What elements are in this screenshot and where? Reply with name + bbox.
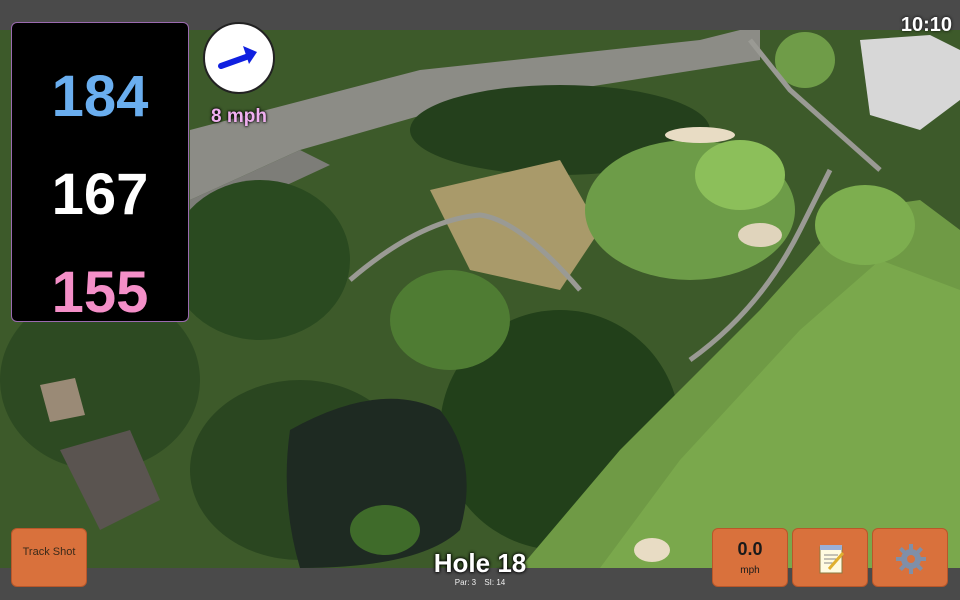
track-shot-button[interactable]: Track Shot <box>11 528 87 587</box>
wind-value: 0.0 <box>737 539 763 559</box>
clock: 10:10 <box>900 14 952 36</box>
middle-distance: 167 <box>51 162 149 227</box>
wind-adjust-button[interactable]: 0.0 mph <box>712 528 788 587</box>
back-distance: 184 <box>51 64 149 129</box>
distance-panel: 184 167 155 <box>11 22 189 325</box>
wind-unit: mph <box>740 565 760 576</box>
notepad-icon <box>819 545 845 574</box>
gear-icon <box>896 544 926 574</box>
hole-stroke-index: SI: 14 <box>484 578 506 587</box>
settings-button[interactable] <box>872 528 948 587</box>
wind-arrow-icon <box>218 46 257 69</box>
hole-title: Hole 18 <box>433 548 527 578</box>
notes-button[interactable] <box>792 528 868 587</box>
wind-indicator <box>203 22 275 94</box>
wind-speed-label: 8 mph <box>211 106 267 127</box>
hole-info: Par: 3 SI: 14 <box>420 578 540 587</box>
hole-par: Par: 3 <box>454 578 477 587</box>
front-distance: 155 <box>51 260 149 325</box>
